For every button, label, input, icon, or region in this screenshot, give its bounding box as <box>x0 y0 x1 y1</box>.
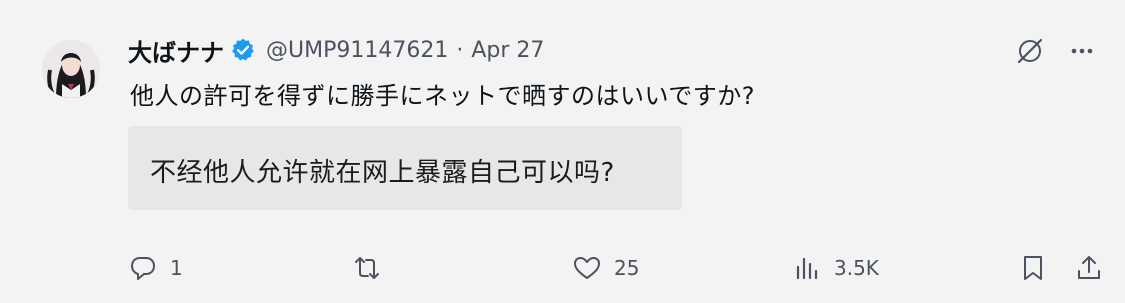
share-button[interactable] <box>1074 252 1104 284</box>
tweet-date[interactable]: Apr 27 <box>471 38 544 63</box>
views-button[interactable]: 3.5K <box>792 252 879 284</box>
bookmark-icon <box>1024 256 1042 280</box>
avatar-image <box>42 40 100 98</box>
header-separator: · <box>456 37 464 63</box>
verified-badge-icon <box>230 37 256 63</box>
retweet-button[interactable] <box>352 252 394 284</box>
tweet-header: 大ばナナ @UMP91147621 · Apr 27 <box>128 32 544 68</box>
author-handle[interactable]: @UMP91147621 <box>266 38 448 63</box>
retweet-icon <box>355 257 379 279</box>
share-icon <box>1078 256 1100 279</box>
more-icon[interactable] <box>1067 36 1097 70</box>
translation-box: 不经他人允许就在网上暴露自己可以吗? <box>128 126 682 210</box>
avatar[interactable] <box>42 40 100 98</box>
reply-icon <box>131 257 155 280</box>
grok-icon[interactable] <box>1015 36 1045 70</box>
tweet-text: 他人の許可を得ずに勝手にネットで晒すのはいいですか? <box>130 82 756 110</box>
tweet-top-actions <box>1015 36 1097 70</box>
like-button[interactable]: 25 <box>572 252 639 284</box>
reply-count: 1 <box>170 256 183 280</box>
views-icon <box>796 257 818 280</box>
like-count: 25 <box>614 256 640 280</box>
translation-text: 不经他人允许就在网上暴露自己可以吗? <box>150 158 615 188</box>
heart-icon <box>574 257 600 279</box>
reply-button[interactable]: 1 <box>128 252 183 284</box>
author-name[interactable]: 大ばナナ <box>128 33 224 68</box>
views-count: 3.5K <box>834 256 879 280</box>
bookmark-button[interactable] <box>1018 252 1048 284</box>
